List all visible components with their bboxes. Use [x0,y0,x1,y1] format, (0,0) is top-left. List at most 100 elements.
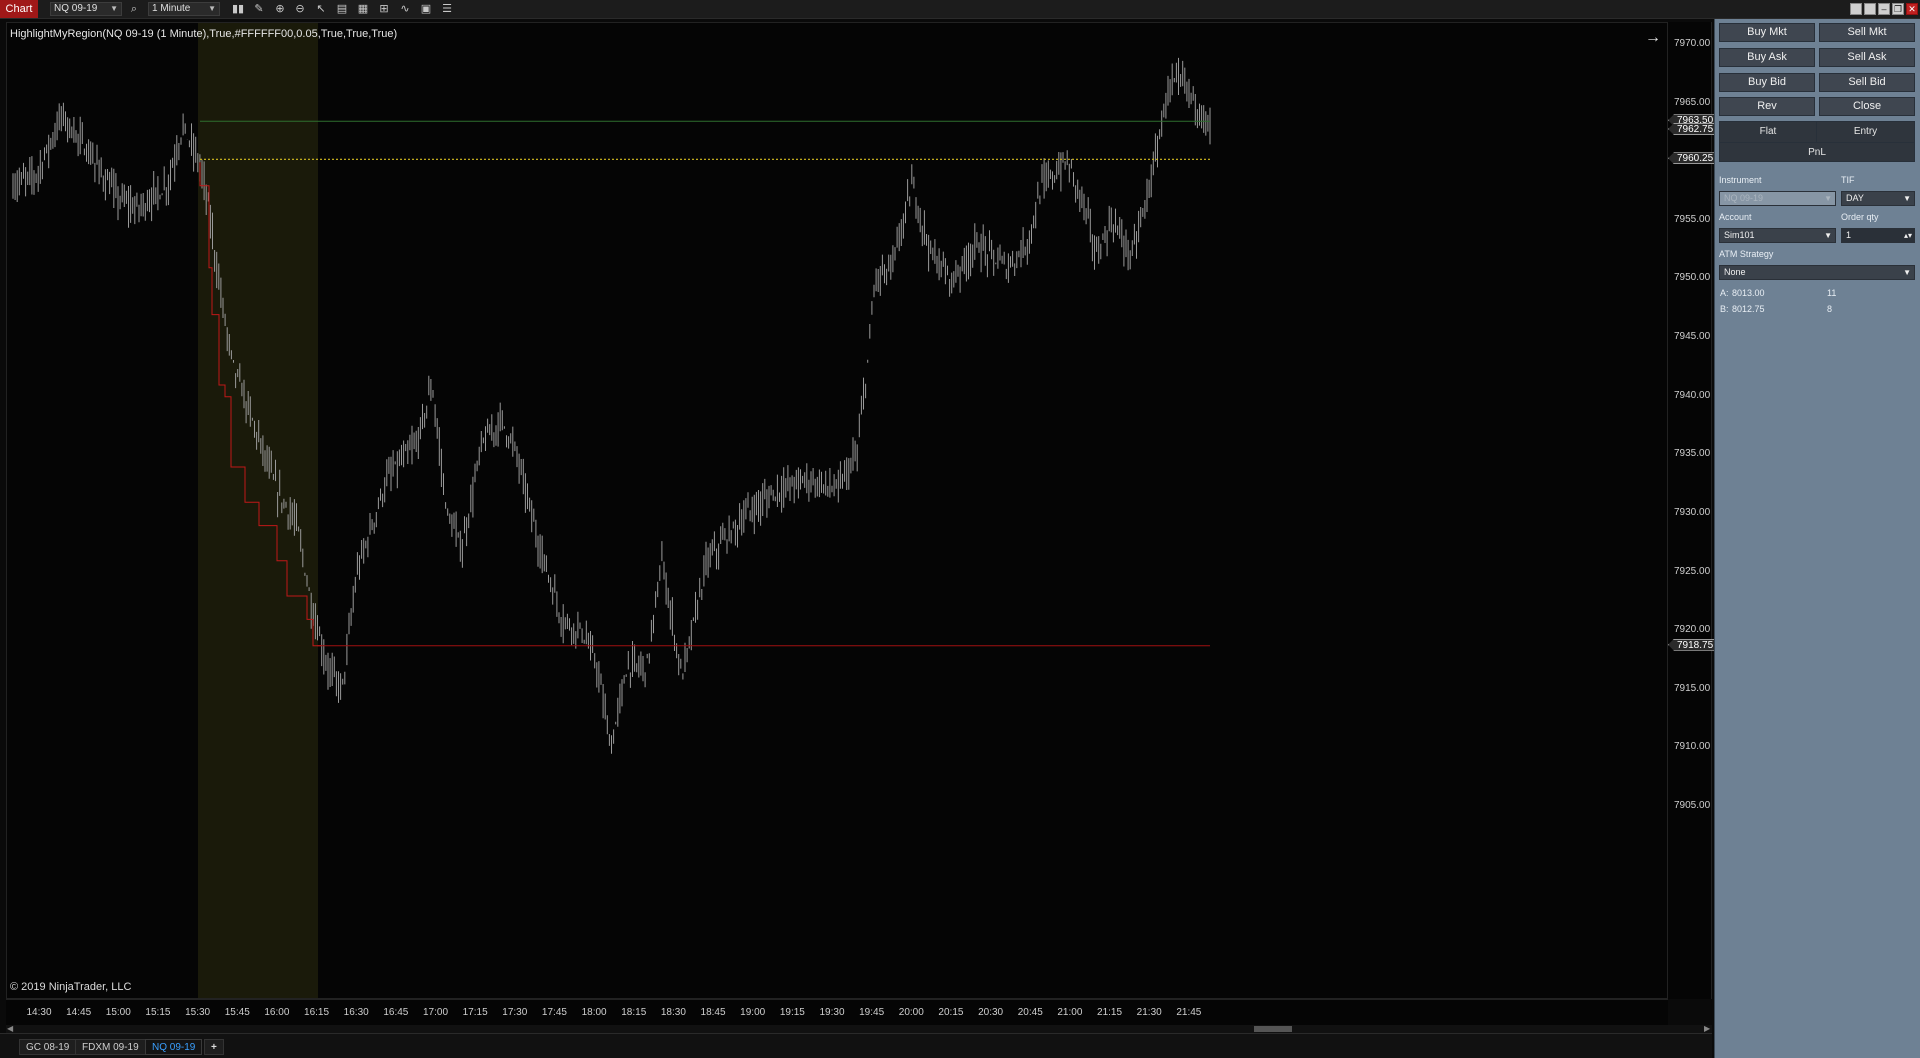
order-qty-value: 1 [1846,230,1852,240]
close-button[interactable]: Close [1819,97,1915,116]
chart-trader-icon[interactable]: ▣ [419,2,433,16]
time-tick-label: 17:15 [462,1007,488,1018]
instrument-selector[interactable]: NQ 09-19 ▼ [50,2,122,16]
scrollbar-thumb[interactable] [1254,1026,1292,1032]
time-tick-label: 18:15 [621,1007,647,1018]
bid-size: 8 [1827,304,1833,314]
price-tick-label: 7965.00 [1674,96,1711,108]
order-qty-field[interactable]: 1 ▴▾ [1841,228,1915,243]
price-tick-label: 7915.00 [1674,682,1711,694]
time-tick-label: 19:15 [779,1007,805,1018]
bid-price: 8012.75 [1732,304,1765,314]
tab-gc[interactable]: GC 08-19 [19,1039,77,1055]
buy-bid-button[interactable]: Buy Bid [1719,73,1815,92]
horizontal-scrollbar[interactable]: ◀ ▶ [6,1024,1712,1033]
price-axis[interactable]: 7970.007965.007960.007955.007950.007945.… [1668,22,1719,999]
time-tick-label: 19:30 [819,1007,845,1018]
indicators-icon[interactable]: ⊞ [377,2,391,16]
scroll-left-icon[interactable]: ◀ [7,1024,13,1033]
add-tab-button[interactable]: + [204,1039,224,1055]
rev-button[interactable]: Rev [1719,97,1815,116]
time-tick-label: 18:00 [581,1007,607,1018]
tab-nq[interactable]: NQ 09-19 [145,1039,203,1055]
chart-toolbar: Chart NQ 09-19 ▼ ⌕ 1 Minute ▼ ▮▮ ✎ ⊕ ⊖ ↖ ▤… [0,0,1920,19]
tif-select[interactable]: DAY ▼ [1841,191,1915,206]
ask-size: 11 [1827,288,1837,298]
time-tick-label: 16:45 [383,1007,409,1018]
time-tick-label: 16:30 [343,1007,369,1018]
atm-strategy-value: None [1724,267,1746,277]
maximize-icon[interactable]: ❐ [1892,3,1904,15]
buy-mkt-button[interactable]: Buy Mkt [1719,23,1815,42]
pointer-icon[interactable]: ↖ [314,2,328,16]
chevron-down-icon: ▼ [1824,231,1832,240]
indicator-label[interactable]: HighlightMyRegion(NQ 09-19 (1 Minute),Tr… [10,28,397,40]
chevron-down-icon: ▼ [208,4,216,13]
stepper-icon[interactable]: ▴▾ [1904,229,1912,242]
chart-window-tab[interactable]: Chart [0,0,38,18]
time-tick-label: 19:45 [859,1007,885,1018]
atm-strategy-label: ATM Strategy [1719,249,1774,259]
tif-select-value: DAY [1846,193,1864,203]
price-tick-label: 7930.00 [1674,506,1711,518]
time-tick-label: 15:45 [224,1007,250,1018]
price-tick-label: 7925.00 [1674,565,1711,577]
time-tick-label: 18:45 [700,1007,726,1018]
chevron-down-icon: ▼ [1824,194,1832,203]
price-tick-label: 7950.00 [1674,272,1711,284]
scroll-right-icon[interactable]: ▶ [1704,1024,1710,1033]
snap-icon[interactable] [1864,3,1876,15]
search-icon[interactable]: ⌕ [127,2,141,16]
chart-trader-panel: Buy Mkt Sell Mkt Buy Ask Sell Ask Buy Bi… [1714,19,1920,1058]
price-tick-label: 7970.00 [1674,38,1711,49]
atm-strategy-select[interactable]: None ▼ [1719,265,1915,280]
bar-type-icon[interactable]: ▮▮ [231,2,245,16]
account-select[interactable]: Sim101 ▼ [1719,228,1836,243]
price-tick-label: 7935.00 [1674,448,1711,460]
candlestick-series [12,57,1211,754]
time-tick-label: 17:45 [541,1007,567,1018]
sell-ask-button[interactable]: Sell Ask [1819,48,1915,67]
entry-indicator: Entry [1853,126,1878,137]
interval-selector[interactable]: 1 Minute ▼ [148,2,220,16]
drawing-pencil-icon[interactable]: ✎ [252,2,266,16]
strategies-icon[interactable]: ∿ [398,2,412,16]
instrument-field: NQ 09-19 ▼ [1719,191,1836,206]
chevron-down-icon: ▼ [110,4,118,13]
data-box-icon[interactable]: ▦ [356,2,370,16]
zoom-in-icon[interactable]: ⊕ [273,2,287,16]
copyright-text: © 2019 NinjaTrader, LLC [10,981,132,993]
zoom-out-icon[interactable]: ⊖ [293,2,307,16]
arrow-right-icon[interactable]: → [1645,29,1661,47]
properties-icon[interactable]: ▤ [335,2,349,16]
time-axis[interactable]: 14:30 14:45 15:00 15:15 15:30 15:45 16:00 16:15… [6,999,1668,1027]
time-tick-label: 21:30 [1136,1007,1162,1018]
tab-fdxm[interactable]: FDXM 09-19 [75,1039,146,1055]
menu-list-icon[interactable]: ☰ [440,2,454,16]
flat-indicator: Flat [1720,122,1817,142]
minimize-icon[interactable]: – [1878,3,1890,15]
time-tick-label: 20:30 [978,1007,1004,1018]
close-icon[interactable]: ✕ [1906,3,1918,15]
highlight-region [198,23,318,998]
instrument-selector-value: NQ 09-19 [54,3,98,14]
sell-bid-button[interactable]: Sell Bid [1819,73,1915,92]
time-tick-label: 21:00 [1057,1007,1083,1018]
price-tick-label: 7945.00 [1674,331,1711,343]
chart-panel[interactable]: HighlightMyRegion(NQ 09-19 (1 Minute),Tr… [6,22,1668,999]
time-tick-label: 19:00 [740,1007,766,1018]
time-tick-label: 17:00 [422,1007,449,1018]
buy-ask-button[interactable]: Buy Ask [1719,48,1815,67]
time-tick-label: 21:15 [1097,1007,1123,1018]
time-tick-label: 20:00 [898,1007,924,1018]
time-tick-label: 18:30 [660,1007,686,1018]
time-tick-label: 17:30 [502,1007,528,1018]
ask-price: 8013.00 [1732,288,1765,298]
time-tick-label: 14:30 [26,1007,52,1018]
price-marker: 7918.75 [1668,638,1719,651]
price-marker: 7960.25 [1668,152,1719,165]
sell-mkt-button[interactable]: Sell Mkt [1819,23,1915,42]
ask-prefix: A: [1720,288,1729,298]
price-tick-label: 7920.00 [1674,624,1711,636]
layout-icon[interactable] [1850,3,1862,15]
